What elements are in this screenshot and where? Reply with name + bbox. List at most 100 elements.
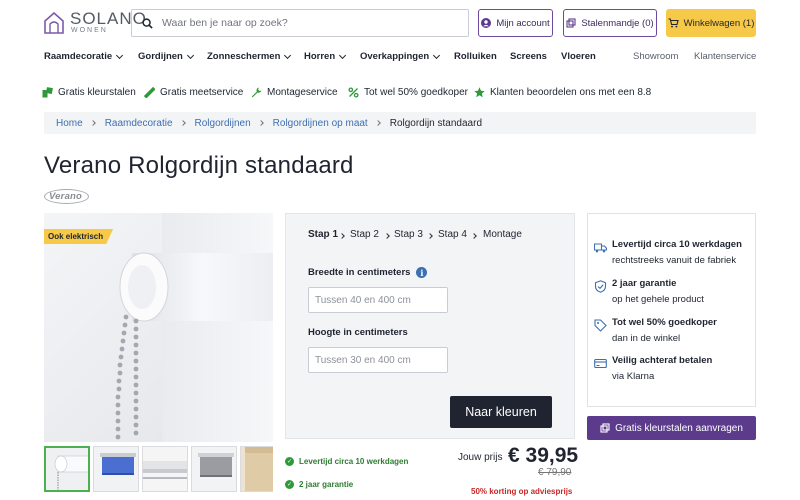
step-3[interactable]: Stap 3 <box>394 229 423 240</box>
search-bar[interactable] <box>131 9 469 37</box>
house-logo-icon <box>44 12 64 34</box>
price-label: Jouw prijs <box>458 452 503 463</box>
chevron-right-icon <box>374 120 381 126</box>
height-input[interactable] <box>308 347 448 373</box>
nav-item-vloeren[interactable]: Vloeren <box>561 51 596 62</box>
thumbnail-white[interactable] <box>44 446 90 492</box>
account-label: Mijn account <box>496 17 550 29</box>
nav-item-gordijnen[interactable]: Gordijnen <box>138 51 194 62</box>
chevron-down-icon <box>186 51 194 59</box>
warranty-check: ✓ 2 jaar garantie <box>285 480 353 489</box>
nav-label: Showroom <box>633 51 679 62</box>
benefit-item: Levertijd circa 10 werkdagen rechtstreek… <box>594 238 742 268</box>
star-icon <box>474 87 485 98</box>
gratis-kleurstalen-label: Gratis kleurstalen aanvragen <box>615 422 743 434</box>
breadcrumb-home[interactable]: Home <box>56 118 83 129</box>
usp-text: Tot wel 50% goedkoper <box>364 87 468 98</box>
nav-item-klantenservice[interactable]: Klantenservice <box>694 51 756 62</box>
info-icon[interactable]: i <box>416 267 428 278</box>
nav-label: Rolluiken <box>454 51 497 62</box>
nav-item-overkappingen[interactable]: Overkappingen <box>360 51 441 62</box>
thumbnail-beige[interactable] <box>240 446 273 492</box>
product-main-image[interactable]: Ook elektrisch <box>44 213 273 442</box>
check-text: Levertijd circa 10 werkdagen <box>299 457 409 466</box>
benefit-text: rechtstreeks vanuit de fabriek <box>612 255 737 266</box>
nav-item-showroom[interactable]: Showroom <box>633 51 678 62</box>
benefit-text: via Klarna <box>612 371 655 382</box>
swatch-icon <box>600 423 610 433</box>
chevron-right-icon <box>89 120 96 126</box>
stalenmandje-button[interactable]: Stalenmandje (0) <box>563 9 657 37</box>
chevron-down-icon <box>433 51 441 59</box>
usp-item: Gratis meetservice <box>144 87 243 98</box>
brand-logo: Verano <box>44 189 90 204</box>
search-icon <box>142 17 153 29</box>
height-label: Hoogte in centimeters <box>308 327 408 338</box>
usp-text: Gratis meetservice <box>160 87 244 98</box>
breadcrumb-rolgordijnen[interactable]: Rolgordijnen <box>195 118 251 129</box>
step-1[interactable]: Stap 1 <box>308 229 338 240</box>
benefit-item: Tot wel 50% goedkoper dan in de winkel <box>594 316 717 346</box>
width-input[interactable] <box>308 287 448 313</box>
thumbnail-grey[interactable] <box>191 446 237 492</box>
chevron-right-icon <box>257 120 264 126</box>
price: € 39,95 <box>508 444 579 467</box>
usp-item: Tot wel 50% goedkoper <box>348 87 468 98</box>
nav-item-screens[interactable]: Screens <box>510 51 547 62</box>
check-icon: ✓ <box>285 480 294 489</box>
search-input[interactable] <box>162 17 452 29</box>
cart-button[interactable]: Winkelwagen (1) <box>666 9 756 37</box>
payment-icon <box>594 358 607 369</box>
nav-item-zonneschermen[interactable]: Zonneschermen <box>207 51 292 62</box>
thumbnail-closeup[interactable] <box>142 446 188 492</box>
ruler-icon <box>144 87 155 98</box>
nav-label: Horren <box>304 51 336 62</box>
breadcrumb-raamdecoratie[interactable]: Raamdecoratie <box>105 118 173 129</box>
check-text: 2 jaar garantie <box>299 480 354 489</box>
nav-item-horren[interactable]: Horren <box>304 51 347 62</box>
benefit-title: Veilig achteraf betalen <box>612 355 713 366</box>
usp-item: Klanten beoordelen ons met een 8.8 <box>474 87 651 98</box>
thumbnail-strip <box>44 446 273 492</box>
main-nav: Raamdecoratie Gordijnen Zonneschermen Ho… <box>44 51 756 65</box>
benefit-title: 2 jaar garantie <box>612 278 677 289</box>
nav-item-raamdecoratie[interactable]: Raamdecoratie <box>44 51 124 62</box>
chevron-right-icon <box>427 233 433 239</box>
chevron-right-icon <box>384 233 390 239</box>
benefit-title: Levertijd circa 10 werkdagen <box>612 239 742 250</box>
thumbnail-blue[interactable] <box>93 446 139 492</box>
delivery-check: ✓ Levertijd circa 10 werkdagen <box>285 457 408 466</box>
nav-label: Gordijnen <box>138 51 183 62</box>
nav-label: Raamdecoratie <box>44 51 113 62</box>
breadcrumb: Home Raamdecoratie Rolgordijnen Rolgordi… <box>44 112 756 134</box>
chevron-right-icon <box>179 120 186 126</box>
height-label-text: Hoogte in centimeters <box>308 327 408 338</box>
width-label-text: Breedte in centimeters <box>308 267 411 278</box>
old-price: € 79,90 <box>538 467 572 478</box>
benefit-title: Tot wel 50% goedkoper <box>612 317 717 328</box>
account-button[interactable]: Mijn account <box>478 9 553 37</box>
gratis-kleurstalen-button[interactable]: Gratis kleurstalen aanvragen <box>587 416 756 440</box>
benefit-text: dan in de winkel <box>612 333 681 344</box>
tag-icon <box>594 319 607 332</box>
cart-icon <box>668 18 679 28</box>
discount-text: 50% korting op adviesprijs <box>471 487 573 496</box>
nav-item-rolluiken[interactable]: Rolluiken <box>454 51 497 62</box>
chevron-right-icon <box>471 233 477 239</box>
breadcrumb-rolgordijnen-op-maat[interactable]: Rolgordijnen op maat <box>273 118 368 129</box>
step-2[interactable]: Stap 2 <box>350 229 379 240</box>
step-montage[interactable]: Montage <box>483 229 522 240</box>
swatches-icon <box>42 87 53 98</box>
cart-label: Winkelwagen (1) <box>683 17 755 29</box>
nav-label: Klantenservice <box>694 51 757 62</box>
nav-label: Zonneschermen <box>207 51 281 62</box>
check-icon: ✓ <box>285 457 294 466</box>
stalen-label: Stalenmandje (0) <box>581 17 654 29</box>
configurator-panel: Stap 1 Stap 2 Stap 3 Stap 4 Montage Bree… <box>285 213 575 439</box>
chevron-right-icon <box>339 233 345 239</box>
usp-item: Gratis kleurstalen <box>42 87 136 98</box>
user-icon <box>481 18 492 28</box>
step-4[interactable]: Stap 4 <box>438 229 467 240</box>
naar-kleuren-button[interactable]: Naar kleuren <box>450 396 552 428</box>
usp-item: Montageservice <box>251 87 338 98</box>
